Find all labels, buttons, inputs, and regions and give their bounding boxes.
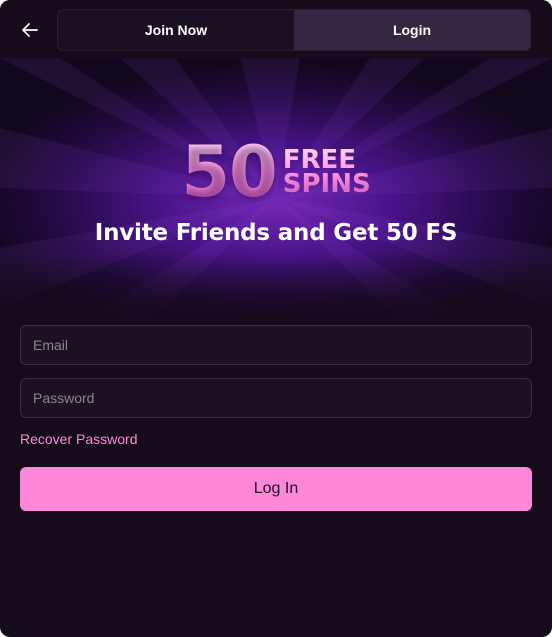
tab-join-now[interactable]: Join Now bbox=[58, 10, 294, 50]
back-button[interactable] bbox=[16, 16, 44, 44]
promo-headline: Invite Friends and Get 50 FS bbox=[94, 220, 458, 246]
auth-tabs: Join Now Login bbox=[57, 9, 531, 51]
free-spins-logo: 50 FREE SPINS bbox=[0, 131, 552, 213]
promo-banner: 50 FREE SPINS Invite Friends and Get 50 … bbox=[0, 58, 552, 323]
login-form: Recover Password Log In bbox=[20, 325, 532, 511]
login-modal: 50 FREE SPINS Invite Friends and Get 50 … bbox=[0, 0, 552, 637]
email-field[interactable] bbox=[20, 325, 532, 365]
password-field[interactable] bbox=[20, 378, 532, 418]
tab-login[interactable]: Login bbox=[294, 10, 530, 50]
promo-words: FREE SPINS bbox=[283, 148, 371, 196]
top-bar: Join Now Login bbox=[0, 0, 552, 58]
banner-fade bbox=[0, 253, 552, 323]
recover-password-link[interactable]: Recover Password bbox=[20, 431, 138, 447]
arrow-left-icon bbox=[22, 23, 38, 37]
log-in-button[interactable]: Log In bbox=[20, 467, 532, 511]
promo-word-spins: SPINS bbox=[282, 169, 371, 199]
promo-number: 50 bbox=[181, 131, 277, 213]
